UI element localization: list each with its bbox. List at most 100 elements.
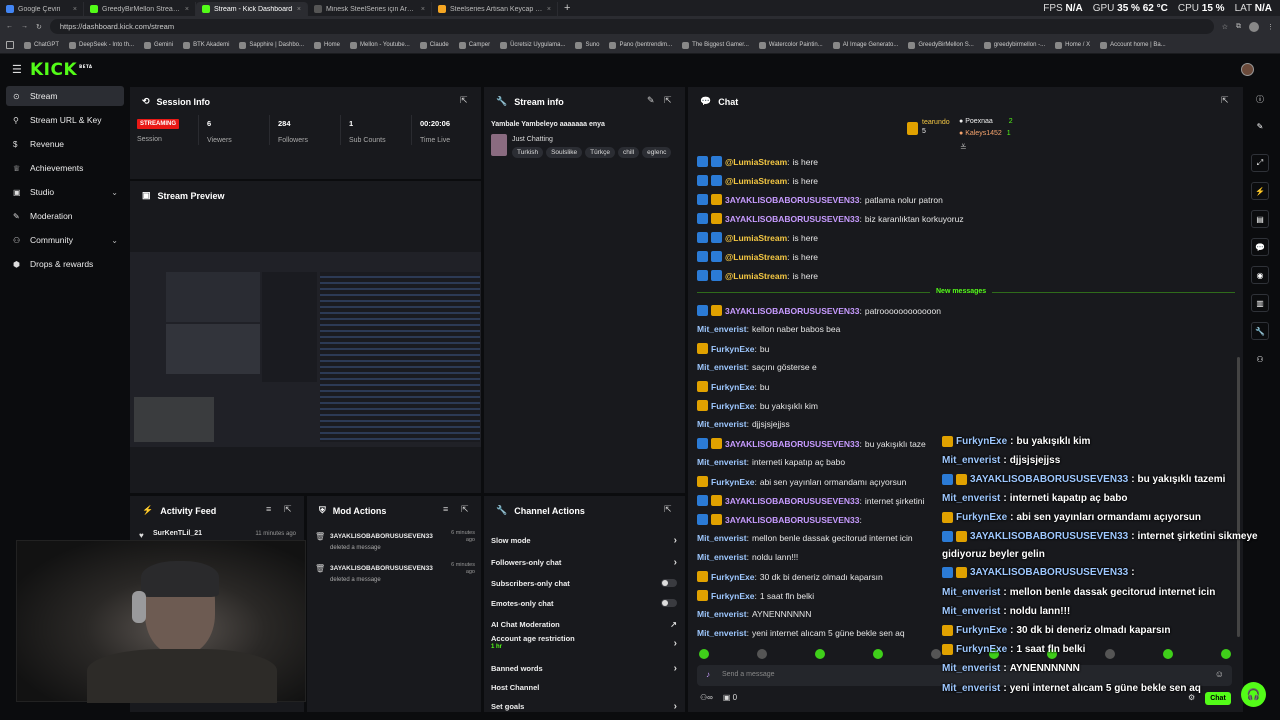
popout-icon[interactable]: ⇱ bbox=[1221, 96, 1230, 105]
toggle-switch[interactable] bbox=[661, 579, 677, 587]
chat-username[interactable]: 3AYAKLISOBABORUSUSEVEN33 bbox=[725, 214, 859, 224]
broadcast-icon[interactable]: ◉ bbox=[1251, 266, 1269, 284]
chat-username[interactable]: @LumiaStream bbox=[725, 176, 787, 186]
bookmark-item[interactable]: Camper bbox=[458, 41, 490, 49]
mic-icon[interactable]: ♪ bbox=[706, 670, 710, 679]
category-name[interactable]: Just Chatting bbox=[512, 136, 553, 143]
gifter-third[interactable]: ● Kaleys1452 1 bbox=[959, 130, 1011, 137]
help-chat-button[interactable]: 🎧 bbox=[1241, 682, 1266, 707]
channel-action-banned-words[interactable]: Banned words › bbox=[491, 662, 677, 674]
sidebar-item-stream-url-key[interactable]: ⚲ Stream URL & Key bbox=[6, 110, 124, 130]
hamburger-icon[interactable]: ☰ bbox=[12, 63, 22, 76]
channel-action-account-age-restriction[interactable]: Account age restriction 1 hr › bbox=[491, 634, 677, 650]
chat-username[interactable]: FurkynExe bbox=[711, 477, 754, 487]
tag-chip[interactable]: chill bbox=[617, 147, 640, 158]
bookmark-item[interactable]: Mellon - Youtube... bbox=[350, 41, 410, 49]
chat-username[interactable]: @LumiaStream bbox=[725, 157, 787, 167]
stream-preview-video[interactable] bbox=[130, 252, 481, 447]
sidebar-item-moderation[interactable]: ✎ Moderation bbox=[6, 206, 124, 226]
chat-username[interactable]: Mit_enverist bbox=[697, 457, 747, 467]
avatar[interactable] bbox=[1241, 63, 1254, 76]
chevron-right-icon[interactable]: › bbox=[674, 638, 677, 649]
tag-chip[interactable]: Türkçe bbox=[585, 147, 615, 158]
chevron-right-icon[interactable]: › bbox=[674, 663, 677, 674]
gifter-first[interactable]: tearundo 5 bbox=[922, 118, 950, 136]
category-thumbnail[interactable] bbox=[491, 134, 507, 156]
community-icon[interactable]: ⚇ bbox=[1251, 350, 1269, 368]
apps-icon[interactable] bbox=[6, 41, 14, 49]
extensions-icon[interactable]: ⧉ bbox=[1236, 23, 1241, 31]
channel-action-ai-chat-moderation[interactable]: AI Chat Moderation ↗ bbox=[491, 618, 677, 630]
chat-username[interactable]: @LumiaStream bbox=[725, 252, 787, 262]
chat-username[interactable]: FurkynExe bbox=[711, 591, 754, 601]
chat-username[interactable]: FurkynExe bbox=[711, 401, 754, 411]
filter-icon[interactable]: ≡ bbox=[266, 505, 275, 514]
sidebar-item-drops-rewards[interactable]: ⬢ Drops & rewards bbox=[6, 254, 124, 274]
chat-username[interactable]: 3AYAKLISOBABORUSUSEVEN33 bbox=[725, 306, 859, 316]
profile-icon[interactable] bbox=[1249, 21, 1259, 32]
browser-tab[interactable]: Google Çeviri × bbox=[0, 2, 84, 16]
edit-icon[interactable]: ✎ bbox=[647, 96, 656, 105]
popout-icon[interactable]: ⇱ bbox=[664, 96, 673, 105]
bookmark-item[interactable]: Watercolor Paintin... bbox=[758, 41, 823, 49]
settings-icon[interactable]: ⚙ bbox=[1188, 693, 1195, 702]
sidebar-item-community[interactable]: ⚇ Community ⌄ bbox=[6, 230, 124, 250]
sidebar-item-studio[interactable]: ▣ Studio ⌄ bbox=[6, 182, 124, 202]
sidebar-item-achievements[interactable]: ♕ Achievements bbox=[6, 158, 124, 178]
tag-chip[interactable]: eglenc bbox=[642, 147, 672, 158]
server-icon[interactable]: ▥ bbox=[1251, 294, 1269, 312]
chat-username[interactable]: @LumiaStream bbox=[725, 271, 787, 281]
tag-chip[interactable]: Turkish bbox=[512, 147, 544, 158]
chat-username[interactable]: Mit_enverist bbox=[697, 552, 747, 562]
bookmark-item[interactable]: Sapphire | Dashbo... bbox=[239, 41, 304, 49]
emote-icon[interactable] bbox=[1221, 649, 1231, 659]
chat-username[interactable]: FurkynExe bbox=[711, 382, 754, 392]
bookmark-item[interactable]: ChatGPT bbox=[24, 41, 59, 49]
back-icon[interactable]: ← bbox=[6, 23, 13, 30]
chat-bubble-icon[interactable]: 💬 bbox=[1251, 238, 1269, 256]
chat-username[interactable]: 3AYAKLISOBABORUSUSEVEN33 bbox=[725, 195, 859, 205]
bookmark-item[interactable]: BTK Akademi bbox=[183, 41, 229, 49]
bookmark-item[interactable]: Suno bbox=[575, 41, 599, 49]
bookmark-item[interactable]: Claude bbox=[419, 41, 449, 49]
emoji-icon[interactable]: ☺ bbox=[1215, 669, 1224, 679]
chat-username[interactable]: FurkynExe bbox=[711, 572, 754, 582]
chat-username[interactable]: @LumiaStream bbox=[725, 233, 787, 243]
chat-username[interactable]: Mit_enverist bbox=[697, 324, 747, 334]
send-chat-button[interactable]: Chat bbox=[1205, 692, 1231, 705]
gifter-second[interactable]: ● Poexnaa 2 bbox=[959, 118, 1013, 125]
bookmark-item[interactable]: AI Image Generato... bbox=[832, 41, 898, 49]
tab-close-icon[interactable]: × bbox=[547, 6, 551, 13]
tab-close-icon[interactable]: × bbox=[185, 6, 189, 13]
emote-icon[interactable] bbox=[757, 649, 767, 659]
channel-action-set-goals[interactable]: Set goals › bbox=[491, 700, 677, 712]
bookmark-item[interactable]: Pano (bentrendim... bbox=[609, 41, 672, 49]
emote-icon[interactable] bbox=[1163, 649, 1173, 659]
browser-tab[interactable]: Minesk SteelSeries için Arctis 1/3... × bbox=[308, 2, 432, 16]
star-icon[interactable]: ☆ bbox=[1222, 23, 1228, 31]
chat-username[interactable]: Mit_enverist bbox=[697, 609, 747, 619]
chat-username[interactable]: Mit_enverist bbox=[697, 628, 747, 638]
edit-icon[interactable]: ✎ bbox=[1251, 117, 1269, 135]
toggle-switch[interactable] bbox=[661, 599, 677, 607]
bookmark-item[interactable]: Home / X bbox=[1055, 41, 1090, 49]
channel-action-subscribers-only-chat[interactable]: Subscribers-only chat bbox=[491, 577, 677, 589]
popout-icon[interactable]: ⇱ bbox=[284, 505, 293, 514]
wrench-icon[interactable]: 🔧 bbox=[1251, 322, 1269, 340]
bookmark-item[interactable]: greedybirmellon -... bbox=[983, 41, 1045, 49]
mod-action-row[interactable]: 🗑 3AYAKLISOBABORUSUSEVEN33 deleted a messa… bbox=[315, 562, 475, 590]
forward-icon[interactable]: → bbox=[21, 23, 28, 30]
new-tab-button[interactable]: + bbox=[564, 2, 570, 14]
emote-icon[interactable] bbox=[873, 649, 883, 659]
kick-logo[interactable]: KICK BETA bbox=[30, 60, 92, 80]
popout-icon[interactable]: ⇱ bbox=[461, 505, 470, 514]
chevron-right-icon[interactable]: › bbox=[674, 701, 677, 712]
chat-username[interactable]: Mit_enverist bbox=[697, 533, 747, 543]
points-icon[interactable]: ▣ 0 bbox=[723, 693, 737, 702]
popout-icon[interactable]: ⇱ bbox=[664, 505, 673, 514]
filter-icon[interactable]: ≡ bbox=[443, 505, 452, 514]
sidebar-item-stream[interactable]: ⊙ Stream bbox=[6, 86, 124, 106]
bookmark-item[interactable]: Home bbox=[314, 41, 340, 49]
bookmark-item[interactable]: Account home | Ba... bbox=[1100, 41, 1166, 49]
channel-action-host-channel[interactable]: Host Channel bbox=[491, 681, 677, 693]
